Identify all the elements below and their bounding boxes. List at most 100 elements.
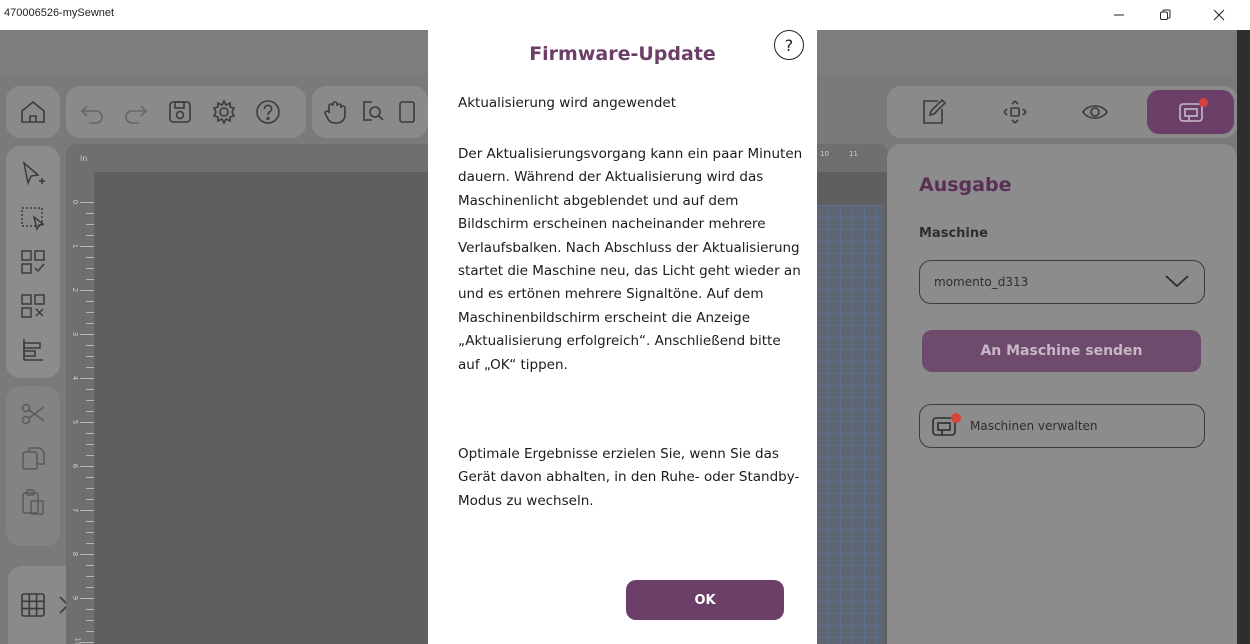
help-button[interactable] bbox=[248, 92, 288, 132]
manage-machines-label: Maschinen verwalten bbox=[970, 419, 1098, 433]
ruler-tick bbox=[86, 411, 94, 412]
pan-button[interactable] bbox=[318, 92, 352, 132]
ruler-tick bbox=[86, 400, 94, 401]
zoom-icon bbox=[363, 101, 384, 121]
close-window-button[interactable] bbox=[1196, 0, 1242, 30]
copy-icon bbox=[22, 447, 45, 470]
ruler-number: 5 bbox=[71, 419, 80, 425]
notification-dot bbox=[1199, 98, 1208, 107]
frame-button[interactable] bbox=[394, 92, 428, 132]
ruler-tick bbox=[86, 444, 94, 445]
save-button[interactable] bbox=[160, 92, 200, 132]
ruler-tick bbox=[80, 290, 94, 291]
ruler-tick bbox=[80, 510, 94, 511]
firmware-update-dialog: Firmware-Update ? Aktualisierung wird an… bbox=[428, 13, 817, 644]
ruler-tick bbox=[80, 642, 94, 643]
cursor-plus-icon bbox=[22, 161, 45, 186]
ruler-number: 10 bbox=[820, 150, 829, 158]
output-mode-button[interactable] bbox=[1147, 90, 1234, 134]
ruler-number: 0 bbox=[71, 199, 80, 205]
ruler-tick bbox=[86, 499, 94, 500]
box-select-button[interactable] bbox=[11, 196, 55, 240]
view-toolbar bbox=[312, 86, 428, 138]
machine-select[interactable]: momento_d313 bbox=[919, 260, 1205, 304]
undo-button[interactable] bbox=[72, 92, 112, 132]
redo-button[interactable] bbox=[116, 92, 156, 132]
ruler-tick bbox=[80, 554, 94, 555]
chevron-down-icon bbox=[1165, 275, 1189, 288]
move-icon bbox=[1003, 100, 1027, 124]
manage-machines-button[interactable]: Maschinen verwalten bbox=[919, 404, 1205, 448]
help-icon bbox=[256, 100, 280, 124]
dialog-title: Firmware-Update bbox=[529, 43, 716, 65]
home-button[interactable] bbox=[13, 92, 53, 132]
ruler-tick bbox=[80, 422, 94, 423]
mode-toolbar bbox=[887, 86, 1238, 138]
layout-mode-button[interactable] bbox=[997, 94, 1033, 130]
ruler-tick bbox=[86, 433, 94, 434]
ruler-tick bbox=[86, 367, 94, 368]
left-sidebar bbox=[6, 146, 60, 378]
ruler-tick bbox=[80, 378, 94, 379]
ruler-tick bbox=[86, 235, 94, 236]
ok-button[interactable]: OK bbox=[626, 580, 784, 620]
maximize-button[interactable] bbox=[1142, 0, 1188, 30]
align-button[interactable] bbox=[11, 328, 55, 372]
ruler-tick bbox=[80, 466, 94, 467]
ruler-number: 10 bbox=[73, 637, 82, 644]
grid-icon[interactable] bbox=[18, 590, 48, 620]
notification-dot bbox=[951, 413, 961, 423]
marquee-select-icon bbox=[21, 207, 45, 232]
ruler-tick bbox=[86, 356, 94, 357]
ruler-tick bbox=[80, 202, 94, 203]
preview-mode-button[interactable] bbox=[1077, 94, 1113, 130]
paste-icon bbox=[22, 489, 44, 515]
add-select-button[interactable] bbox=[11, 152, 55, 196]
copy-button[interactable] bbox=[11, 436, 55, 480]
settings-button[interactable] bbox=[204, 92, 244, 132]
window-edge bbox=[1237, 30, 1250, 644]
ruler-tick bbox=[86, 532, 94, 533]
ruler-tick bbox=[86, 345, 94, 346]
window-title: 470006526-mySewnet bbox=[4, 7, 115, 19]
ruler-unit: in bbox=[80, 154, 88, 163]
ruler-tick bbox=[80, 246, 94, 247]
deselect-button[interactable] bbox=[11, 284, 55, 328]
gear-icon bbox=[212, 99, 236, 125]
minimize-button[interactable] bbox=[1096, 0, 1142, 30]
zoom-button[interactable] bbox=[356, 92, 390, 132]
edit-mode-button[interactable] bbox=[915, 94, 951, 130]
help-icon[interactable]: ? bbox=[774, 30, 804, 60]
ruler-tick bbox=[86, 389, 94, 390]
ruler-number: 8 bbox=[71, 551, 80, 557]
ruler-number: 3 bbox=[71, 331, 80, 337]
dialog-status: Aktualisierung wird angewendet bbox=[458, 95, 677, 111]
panel-title: Ausgabe bbox=[919, 174, 1012, 196]
select-all-button[interactable] bbox=[11, 240, 55, 284]
dialog-body: Der Aktualisierungsvorgang kann ein paar… bbox=[458, 146, 803, 373]
send-to-machine-button[interactable]: An Maschine senden bbox=[922, 330, 1201, 372]
cut-button[interactable] bbox=[11, 392, 55, 436]
home-toolbar bbox=[6, 86, 60, 138]
ruler-number: 6 bbox=[71, 463, 80, 469]
redo-icon bbox=[125, 105, 148, 124]
ruler-tick bbox=[86, 620, 94, 621]
frame-icon bbox=[399, 101, 415, 123]
ruler-tick bbox=[86, 301, 94, 302]
output-panel: Ausgabe Maschine momento_d313 An Maschin… bbox=[887, 144, 1237, 644]
ruler-tick bbox=[86, 543, 94, 544]
ruler-tick bbox=[80, 598, 94, 599]
ruler-left: 0 1 2 3 4 5 6 7 8 9 10 bbox=[66, 172, 94, 644]
ruler-tick bbox=[86, 323, 94, 324]
save-icon bbox=[169, 101, 191, 123]
ruler-number: 11 bbox=[849, 150, 858, 158]
ruler-tick bbox=[86, 279, 94, 280]
ruler-tick bbox=[86, 609, 94, 610]
ruler-tick bbox=[86, 631, 94, 632]
close-icon bbox=[1213, 9, 1225, 21]
paste-button[interactable] bbox=[11, 480, 55, 524]
ruler-tick bbox=[86, 257, 94, 258]
align-icon bbox=[23, 339, 43, 361]
edit-toolbar bbox=[66, 86, 306, 138]
ruler-tick bbox=[86, 521, 94, 522]
